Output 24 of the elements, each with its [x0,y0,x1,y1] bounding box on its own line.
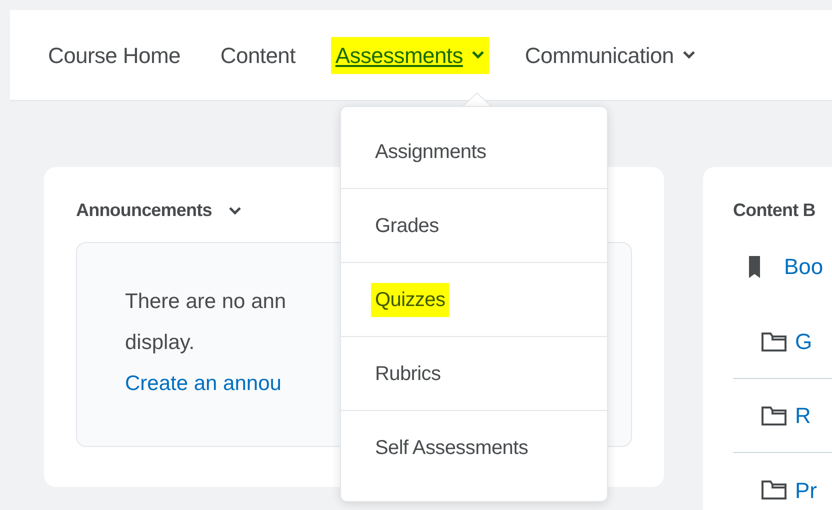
menu-item[interactable]: Grades [341,189,607,263]
menu-item[interactable]: Self Assessments [341,411,607,485]
chevron-down-icon [228,206,242,216]
folder-icon [761,330,787,352]
menu-item[interactable]: Rubrics [341,337,607,411]
widget-title: Announcements [76,199,212,222]
folder-icon [761,404,787,426]
widget-title: Content B [733,199,816,222]
collapse-button[interactable] [228,206,242,216]
nav-link[interactable]: Communication [520,36,700,74]
nav-link[interactable]: Assessments [331,36,489,74]
menu-item[interactable]: Assignments [341,115,607,189]
create-link[interactable]: Create an annou [125,372,282,395]
nav-link[interactable]: Course Home [44,36,184,74]
bookmark-icon [749,256,760,278]
message-text: display. [125,330,195,356]
nav-link[interactable]: Content [216,36,300,74]
folder-icon [761,479,787,501]
menu-item[interactable]: Quizzes [341,263,607,337]
message-text: There are no ann [125,289,286,315]
folder-link[interactable]: Pr [795,474,817,506]
bookmark-link[interactable]: Boo [784,250,824,283]
folder-link[interactable]: R [795,399,811,432]
folder-link[interactable]: G [795,325,812,358]
